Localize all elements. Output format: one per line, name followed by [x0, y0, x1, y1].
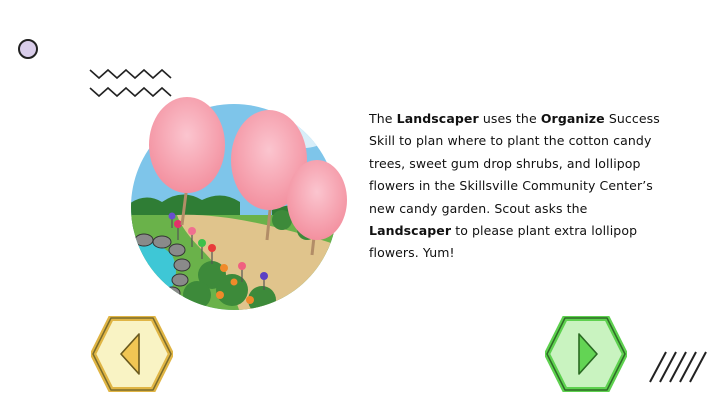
next-button[interactable] — [545, 316, 627, 392]
story-text-segment: uses the — [478, 111, 541, 126]
story-keyword: Landscaper — [396, 111, 479, 126]
decorative-circle — [18, 39, 38, 59]
back-button[interactable] — [91, 316, 173, 392]
candy-garden-illustration — [131, 97, 347, 310]
story-keyword: Landscaper — [369, 223, 452, 239]
story-text: The Landscaper uses the Organize Success… — [369, 108, 669, 265]
story-text-segment: The — [369, 111, 397, 126]
hatch-decoration — [649, 351, 707, 383]
story-keyword: Organize — [540, 111, 605, 126]
story-text-segment: Success Skill to plan where to plant the… — [369, 111, 660, 216]
